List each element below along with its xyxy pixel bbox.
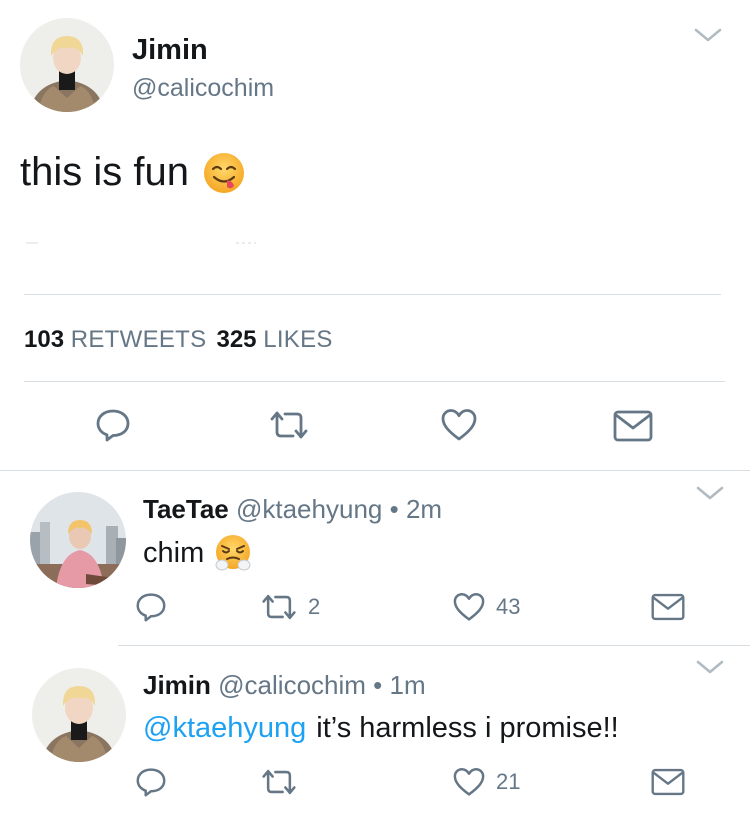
avatar-jimin-main[interactable] xyxy=(20,18,114,112)
chevron-down-icon[interactable] xyxy=(695,484,725,504)
separator-dot: • xyxy=(373,670,383,700)
retweet-icon xyxy=(262,769,296,795)
retweet-button[interactable] xyxy=(268,410,310,440)
heart-icon xyxy=(453,767,485,796)
reply-text-body: chim xyxy=(143,536,205,569)
divider xyxy=(0,470,750,471)
avatar-taetae[interactable] xyxy=(30,492,126,588)
reply-text: @ktaehyung it’s harmless i promise!! xyxy=(143,712,619,745)
likes-label: LIKES xyxy=(263,326,333,353)
reply-button[interactable] xyxy=(95,408,131,442)
likes-count: 325 xyxy=(216,326,257,353)
reply-icon xyxy=(136,593,166,622)
reply-button[interactable] xyxy=(135,592,167,622)
retweet-icon xyxy=(270,411,308,439)
reply-author-name[interactable]: TaeTae xyxy=(143,494,229,524)
reply-author-name[interactable]: Jimin xyxy=(143,670,211,700)
mention-link[interactable]: @ktaehyung xyxy=(143,712,306,745)
likes-stat[interactable]: 325 LIKES xyxy=(216,326,332,354)
retweet-button[interactable] xyxy=(260,768,298,796)
reply-timestamp[interactable]: 1m xyxy=(390,670,426,700)
reply-header: TaeTae @ktaehyung • 2m xyxy=(143,494,442,525)
retweet-button[interactable]: 2 xyxy=(260,593,320,621)
retweets-label: RETWEETS xyxy=(70,326,207,353)
reply-icon xyxy=(96,409,130,442)
retweet-count: 2 xyxy=(308,594,321,619)
separator-dot: • xyxy=(389,494,399,524)
like-count: 43 xyxy=(496,594,521,619)
engagement-stats: 103 RETWEETS 325 LIKES xyxy=(24,326,333,354)
divider xyxy=(24,294,721,295)
reply-timestamp[interactable]: 2m xyxy=(406,494,442,524)
retweets-stat[interactable]: 103 RETWEETS xyxy=(24,326,206,354)
like-button[interactable]: 43 xyxy=(452,592,520,622)
divider xyxy=(118,645,750,646)
envelope-icon xyxy=(651,593,685,621)
direct-message-button[interactable] xyxy=(651,768,685,796)
tweet-text: this is fun xyxy=(20,150,245,195)
faint-divider xyxy=(26,242,256,244)
reply-header: Jimin @calicochim • 1m xyxy=(143,670,426,701)
envelope-icon xyxy=(613,410,653,442)
direct-message-button[interactable] xyxy=(613,410,653,442)
reply-text: chim xyxy=(143,534,252,572)
like-button[interactable] xyxy=(440,408,478,442)
author-name[interactable]: Jimin xyxy=(132,34,208,67)
reply-button[interactable] xyxy=(135,767,167,797)
direct-message-button[interactable] xyxy=(651,593,685,621)
divider xyxy=(24,381,725,382)
savoring-food-emoji-icon xyxy=(203,152,245,194)
heart-icon xyxy=(453,592,485,621)
chevron-down-icon[interactable] xyxy=(695,658,725,678)
like-button[interactable]: 21 xyxy=(452,767,520,797)
avatar-jimin-reply[interactable] xyxy=(32,668,126,762)
reply-author-handle[interactable]: @ktaehyung xyxy=(236,494,382,524)
retweet-icon xyxy=(262,594,296,620)
reply-icon xyxy=(136,768,166,797)
steam-from-nose-emoji-icon xyxy=(214,534,252,572)
heart-icon xyxy=(441,409,477,441)
envelope-icon xyxy=(651,768,685,796)
retweets-count: 103 xyxy=(24,326,65,353)
like-count: 21 xyxy=(496,769,521,794)
author-handle[interactable]: @calicochim xyxy=(132,74,274,103)
reply-author-handle[interactable]: @calicochim xyxy=(218,670,366,700)
tweet-text-body: this is fun xyxy=(20,150,189,194)
reply-text-body: it’s harmless i promise!! xyxy=(316,712,619,744)
chevron-down-icon[interactable] xyxy=(693,26,723,46)
